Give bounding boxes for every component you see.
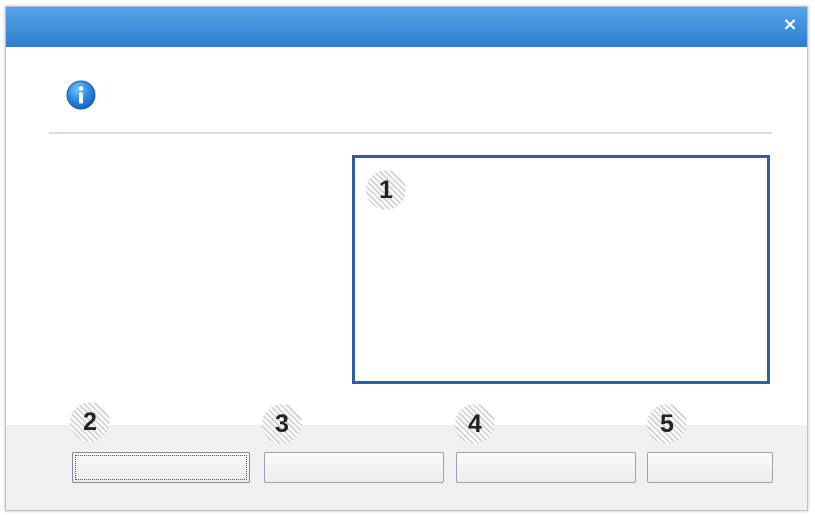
callout-5: 5 — [647, 404, 687, 444]
close-button[interactable]: × — [777, 12, 803, 38]
dialog-button-2[interactable] — [264, 452, 444, 483]
callout-3: 3 — [262, 404, 302, 444]
callout-2: 2 — [70, 402, 110, 442]
dialog-button-1[interactable] — [72, 452, 250, 483]
dialog-button-4[interactable] — [647, 452, 773, 483]
dialog-button-3[interactable] — [456, 452, 636, 483]
dialog-window: × 1 2 3 4 5 — [5, 6, 808, 511]
message-area — [352, 155, 770, 384]
title-bar[interactable]: × — [6, 7, 807, 47]
callout-1: 1 — [366, 170, 406, 210]
callout-4: 4 — [455, 404, 495, 444]
header-divider — [49, 132, 772, 134]
info-icon — [66, 80, 96, 110]
